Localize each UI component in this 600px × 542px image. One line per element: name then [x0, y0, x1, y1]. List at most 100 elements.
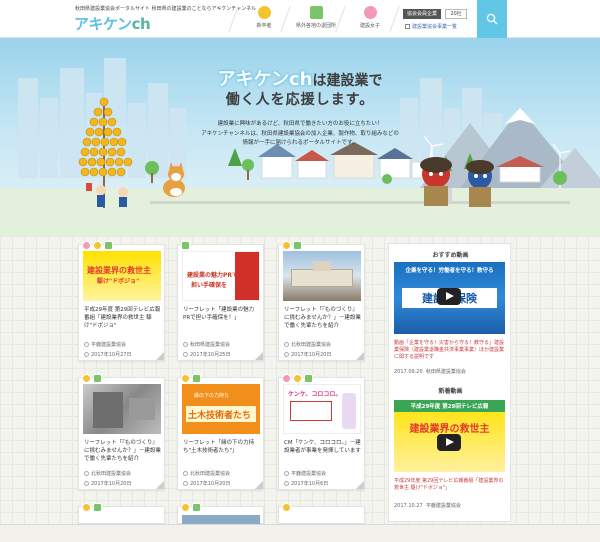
article-date: 2017年10月27日	[84, 351, 131, 358]
nav-item-shinsotsu[interactable]: 新卒者	[240, 6, 288, 29]
org-icon	[284, 342, 289, 347]
org-icon	[284, 471, 289, 476]
article-card[interactable]	[278, 503, 365, 524]
building-icon	[93, 374, 102, 383]
character-illustration	[342, 393, 356, 429]
card-corner	[255, 481, 263, 489]
card-corner	[156, 352, 164, 360]
nav-item-kengai[interactable]: 県外各地の退団所	[292, 6, 340, 29]
article-thumbnail: 建設業界の救世主 駆け"ドボジョ"	[83, 251, 161, 301]
article-org: 北秋田建設業協会	[284, 341, 331, 348]
browser-bottom-bar	[0, 524, 600, 542]
new-videos-heading: 新着動画	[438, 388, 463, 395]
org-icon	[183, 471, 188, 476]
article-thumbnail	[283, 251, 361, 301]
article-title: 平成29年度 第29回テレビ広報番組「建設業界の救世主 駆け"ドボジョ"	[84, 307, 161, 329]
student-icon	[282, 503, 291, 512]
student-icon	[181, 374, 190, 383]
clock-icon	[84, 352, 89, 357]
article-org: 秋田県建設業協会	[183, 341, 230, 348]
article-card[interactable]: 縁の下の力持ち 土木技術者たち リーフレット「縁の下の力持ち"土木技術者たち"」…	[177, 374, 264, 490]
student-icon	[282, 241, 291, 250]
article-thumbnail: 縁の下の力持ち 土木技術者たち	[182, 384, 260, 434]
search-icon	[486, 13, 498, 25]
article-date: 2017年10月20日	[183, 480, 230, 487]
building-icon	[293, 241, 302, 250]
recommended-video-title[interactable]: 動画「企業を守る！災害から守る！教守る」建設業保険（建設業退職金共済事業事業）ほ…	[394, 340, 506, 361]
student-icon	[82, 374, 91, 383]
article-card[interactable]: 建設業界の救世主 駆け"ドボジョ" 平成29年度 第29回テレビ広報番組「建設業…	[78, 241, 165, 361]
play-icon	[437, 434, 461, 451]
new-video-title[interactable]: 平成29年度 第29回テレビ広報番組「建設業界の救世主 駆け"ドボジョ"」	[394, 478, 506, 492]
article-card[interactable]: 建設業の魅力PRで 担い手確保を リーフレット「建設業の魅力PRで担い手確保を！…	[177, 241, 264, 361]
article-thumbnail: 建設業の魅力PRで 担い手確保を	[182, 251, 260, 301]
card-corner	[255, 352, 263, 360]
clock-icon	[183, 352, 188, 357]
article-thumbnail	[83, 384, 161, 434]
recommended-heading: おすすめ動画	[432, 252, 469, 259]
card-corner	[356, 352, 364, 360]
article-date: 2017年10月6日	[284, 480, 328, 487]
clock-icon	[183, 481, 188, 486]
site-tagline: 秋田県建設業協会ポータルサイト 秋田県の建設業のことならアキケンチャンネル	[75, 6, 257, 12]
article-org: 北秋田建設業協会	[84, 470, 131, 477]
org-icon	[84, 471, 89, 476]
clock-icon	[284, 481, 289, 486]
student-icon	[82, 503, 91, 512]
article-card[interactable]: ケンケ、コロコロ。 CM「ケンケ、コロコロ。」－建設業者が事業を発揮しています …	[278, 374, 365, 490]
article-card[interactable]: リーフレット「『ものづくり』に挑むみませんか？」－建設業で働く先輩たちを紹介 北…	[78, 374, 165, 490]
member-count: 20社	[445, 9, 467, 19]
search-button[interactable]	[477, 0, 507, 38]
student-icon	[293, 374, 302, 383]
card-corner	[356, 481, 364, 489]
building-icon	[93, 503, 102, 512]
hero-description: 建設業に興味があるけど、秋田県で働きたい方のお役に立ちたい！ アキケンチャンネル…	[201, 121, 399, 146]
checkbox-icon	[405, 24, 410, 29]
recommended-video-meta: 2017.09.20 秋田県建設業協会	[394, 369, 466, 375]
article-thumbnail: ケンケ、コロコロ。	[283, 384, 361, 434]
article-card[interactable]: リーフレット「『ものづくり』に挑むみませんか？」－建設業で働く先輩たちを紹介 北…	[278, 241, 365, 361]
article-title: リーフレット「建設業の魅力PRで担い手確保を！」	[183, 307, 255, 321]
article-card[interactable]	[78, 503, 165, 524]
article-date: 2017年10月20日	[284, 351, 331, 358]
play-icon	[437, 288, 461, 305]
hero-banner: アキケンchは建設業で 働く人を応援します。 建設業に興味があるけど、秋田県で働…	[0, 38, 600, 236]
article-card[interactable]	[177, 503, 264, 525]
association-link[interactable]: 建設業協会事業一覧	[405, 23, 457, 30]
article-title: CM「ケンケ、コロコロ。」－建設業者が事業を発揮しています	[284, 440, 361, 454]
woman-icon	[282, 374, 291, 383]
member-companies-button[interactable]: 協会会員企業	[403, 9, 441, 19]
new-video-meta: 2017.10.27 平鹿建設業協会	[394, 503, 461, 509]
article-org: 平鹿建設業協会	[284, 470, 326, 477]
org-icon	[84, 342, 89, 347]
clock-icon	[284, 352, 289, 357]
student-icon	[93, 241, 102, 250]
article-date: 2017年10月25日	[183, 351, 230, 358]
woman-icon	[82, 241, 91, 250]
new-video-thumbnail[interactable]: 平成29年度 第29回テレビ広報 建設業界の救世主	[394, 400, 505, 472]
site-header: 秋田県建設業協会ポータルサイト 秋田県の建設業のことならアキケンチャンネル アキ…	[0, 0, 600, 38]
building-icon	[304, 374, 313, 383]
card-corner	[156, 481, 164, 489]
article-title: リーフレット「『ものづくり』に挑むみませんか？」－建設業で働く先輩たちを紹介	[284, 307, 361, 329]
woman-icon	[363, 6, 377, 19]
clock-icon	[84, 481, 89, 486]
building-icon	[192, 374, 201, 383]
hero-headline-line2: 働く人を応援します。	[225, 92, 375, 108]
building-icon	[104, 241, 113, 250]
article-title: リーフレット「『ものづくり』に挑むみませんか？」－建設業で働く先輩たちを紹介	[84, 440, 161, 462]
article-date: 2017年10月20日	[84, 480, 131, 487]
article-org: 北秋田建設業協会	[183, 470, 230, 477]
video-sidebar: おすすめ動画 企業を守る！労働者を守る！教守る 建設業保険 動画「企業を守る！災…	[388, 243, 511, 522]
article-org: 平鹿建設業協会	[84, 341, 126, 348]
site-logo[interactable]: アキケンch	[74, 13, 151, 34]
student-icon	[181, 503, 190, 512]
article-title: リーフレット「縁の下の力持ち"土木技術者たち"」	[183, 440, 255, 454]
student-icon	[257, 6, 271, 19]
recommended-video-thumbnail[interactable]: 企業を守る！労働者を守る！教守る 建設業保険	[394, 262, 505, 334]
building-icon	[181, 241, 190, 250]
building-icon	[192, 503, 201, 512]
nav-item-kensetsu-joshi[interactable]: 建設女子	[346, 6, 394, 29]
building-icon	[309, 6, 323, 19]
org-icon	[183, 342, 188, 347]
